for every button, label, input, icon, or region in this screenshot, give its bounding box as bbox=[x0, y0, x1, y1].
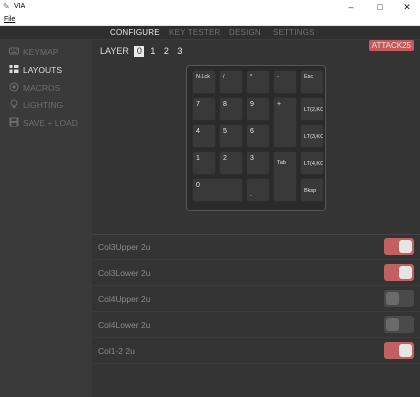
key-0[interactable]: 0 bbox=[192, 178, 243, 202]
key-9[interactable]: 9 bbox=[246, 97, 270, 121]
col4-lower-toggle[interactable] bbox=[384, 316, 414, 333]
col1-2-toggle[interactable] bbox=[384, 342, 414, 359]
col3-upper-toggle[interactable] bbox=[384, 238, 414, 255]
sidebar-item-keymap[interactable]: KEYMAP bbox=[9, 46, 58, 58]
key-backspace[interactable]: Bksp bbox=[300, 178, 324, 202]
main-panel: LAYER 0 1 2 3 ATTACK25 N.Lck / * - Esc 7… bbox=[92, 40, 420, 397]
key-numlock[interactable]: N.Lck bbox=[192, 70, 216, 94]
key-escape[interactable]: Esc bbox=[300, 70, 324, 94]
sidebar-item-label: MACROS bbox=[23, 83, 61, 93]
key-tab[interactable]: Tab bbox=[273, 151, 297, 202]
key-lt3-pscr[interactable]: LT(3,KC_PSCR) bbox=[300, 124, 324, 148]
key-minus[interactable]: - bbox=[273, 70, 297, 94]
sidebar-item-label: LIGHTING bbox=[23, 100, 64, 110]
layer-selector: LAYER 0 1 2 3 bbox=[100, 46, 186, 57]
via-window: ✎ VIA – □ ✕ File CONFIGURE KEY TESTER DE… bbox=[0, 0, 420, 397]
menu-bar: File bbox=[0, 15, 420, 26]
option-label: Col4Lower 2u bbox=[98, 320, 151, 330]
option-label: Col3Lower 2u bbox=[98, 268, 151, 278]
key-divide[interactable]: / bbox=[219, 70, 243, 94]
title-bar: ✎ VIA – □ ✕ bbox=[0, 0, 420, 15]
sidebar-item-lighting[interactable]: LIGHTING bbox=[9, 99, 63, 111]
sidebar: KEYMAP LAYOUTS MACROS LIGHTING SAVE + LO… bbox=[0, 40, 92, 397]
menu-file[interactable]: File bbox=[4, 16, 15, 24]
toggle-knob bbox=[386, 292, 399, 305]
attach-button[interactable]: ATTACK25 bbox=[368, 40, 414, 51]
key-multiply[interactable]: * bbox=[246, 70, 270, 94]
option-label: Col1-2 2u bbox=[98, 346, 135, 356]
col3-lower-toggle[interactable] bbox=[384, 264, 414, 281]
key-plus[interactable]: + bbox=[273, 97, 297, 148]
col4-upper-toggle[interactable] bbox=[384, 290, 414, 307]
key-3[interactable]: 3 bbox=[246, 151, 270, 175]
layout-option-row: Col3Lower 2u bbox=[92, 260, 420, 286]
key-5[interactable]: 5 bbox=[219, 124, 243, 148]
tab-key-tester[interactable]: KEY TESTER bbox=[169, 28, 221, 38]
grid-icon bbox=[9, 64, 19, 74]
option-label: Col3Upper 2u bbox=[98, 242, 151, 252]
sidebar-item-save-load[interactable]: SAVE + LOAD bbox=[9, 117, 78, 129]
layer-2-button[interactable]: 2 bbox=[161, 46, 171, 57]
option-label: Col4Upper 2u bbox=[98, 294, 151, 304]
key-decimal[interactable]: . bbox=[246, 178, 270, 202]
sidebar-item-label: LAYOUTS bbox=[23, 65, 63, 75]
maximize-button[interactable]: □ bbox=[366, 0, 394, 15]
floppy-icon bbox=[9, 117, 19, 127]
sidebar-item-macros[interactable]: MACROS bbox=[9, 82, 60, 94]
tab-settings[interactable]: SETTINGS bbox=[273, 28, 315, 38]
layout-option-row: Col1-2 2u bbox=[92, 338, 420, 364]
layout-option-row: Col3Upper 2u bbox=[92, 234, 420, 260]
key-2[interactable]: 2 bbox=[219, 151, 243, 175]
toggle-knob bbox=[399, 344, 412, 357]
layer-3-button[interactable]: 3 bbox=[175, 46, 185, 57]
top-nav: CONFIGURE KEY TESTER DESIGN SETTINGS bbox=[0, 26, 420, 40]
tab-design[interactable]: DESIGN bbox=[229, 28, 261, 38]
key-lt4-del[interactable]: LT(4,KC_DEL) bbox=[300, 151, 324, 175]
close-button[interactable]: ✕ bbox=[393, 0, 420, 15]
minimize-button[interactable]: – bbox=[337, 0, 365, 15]
key-4[interactable]: 4 bbox=[192, 124, 216, 148]
bulb-icon bbox=[9, 99, 19, 109]
layer-0-button[interactable]: 0 bbox=[134, 46, 145, 57]
sidebar-item-label: KEYMAP bbox=[23, 47, 59, 57]
key-6[interactable]: 6 bbox=[246, 124, 270, 148]
key-lt2-slck[interactable]: LT(2,KC_SLCK) bbox=[300, 97, 324, 121]
keyboard-layout: N.Lck / * - Esc 7 8 9 + LT(2,KC_SLCK) 4 … bbox=[186, 65, 326, 211]
app-icon: ✎ bbox=[3, 2, 10, 11]
toggle-knob bbox=[399, 240, 412, 253]
keyboard-icon bbox=[9, 46, 19, 56]
layer-label: LAYER bbox=[100, 46, 129, 56]
key-7[interactable]: 7 bbox=[192, 97, 216, 121]
circle-dot-icon bbox=[9, 82, 19, 92]
layout-option-row: Col4Lower 2u bbox=[92, 312, 420, 338]
toggle-knob bbox=[386, 318, 399, 331]
sidebar-item-layouts[interactable]: LAYOUTS bbox=[9, 64, 62, 76]
sidebar-item-label: SAVE + LOAD bbox=[23, 118, 78, 128]
tab-configure[interactable]: CONFIGURE bbox=[110, 28, 160, 38]
key-8[interactable]: 8 bbox=[219, 97, 243, 121]
toggle-knob bbox=[399, 266, 412, 279]
window-title: VIA bbox=[14, 3, 26, 10]
layer-1-button[interactable]: 1 bbox=[148, 46, 158, 57]
key-1[interactable]: 1 bbox=[192, 151, 216, 175]
layout-option-row: Col4Upper 2u bbox=[92, 286, 420, 312]
